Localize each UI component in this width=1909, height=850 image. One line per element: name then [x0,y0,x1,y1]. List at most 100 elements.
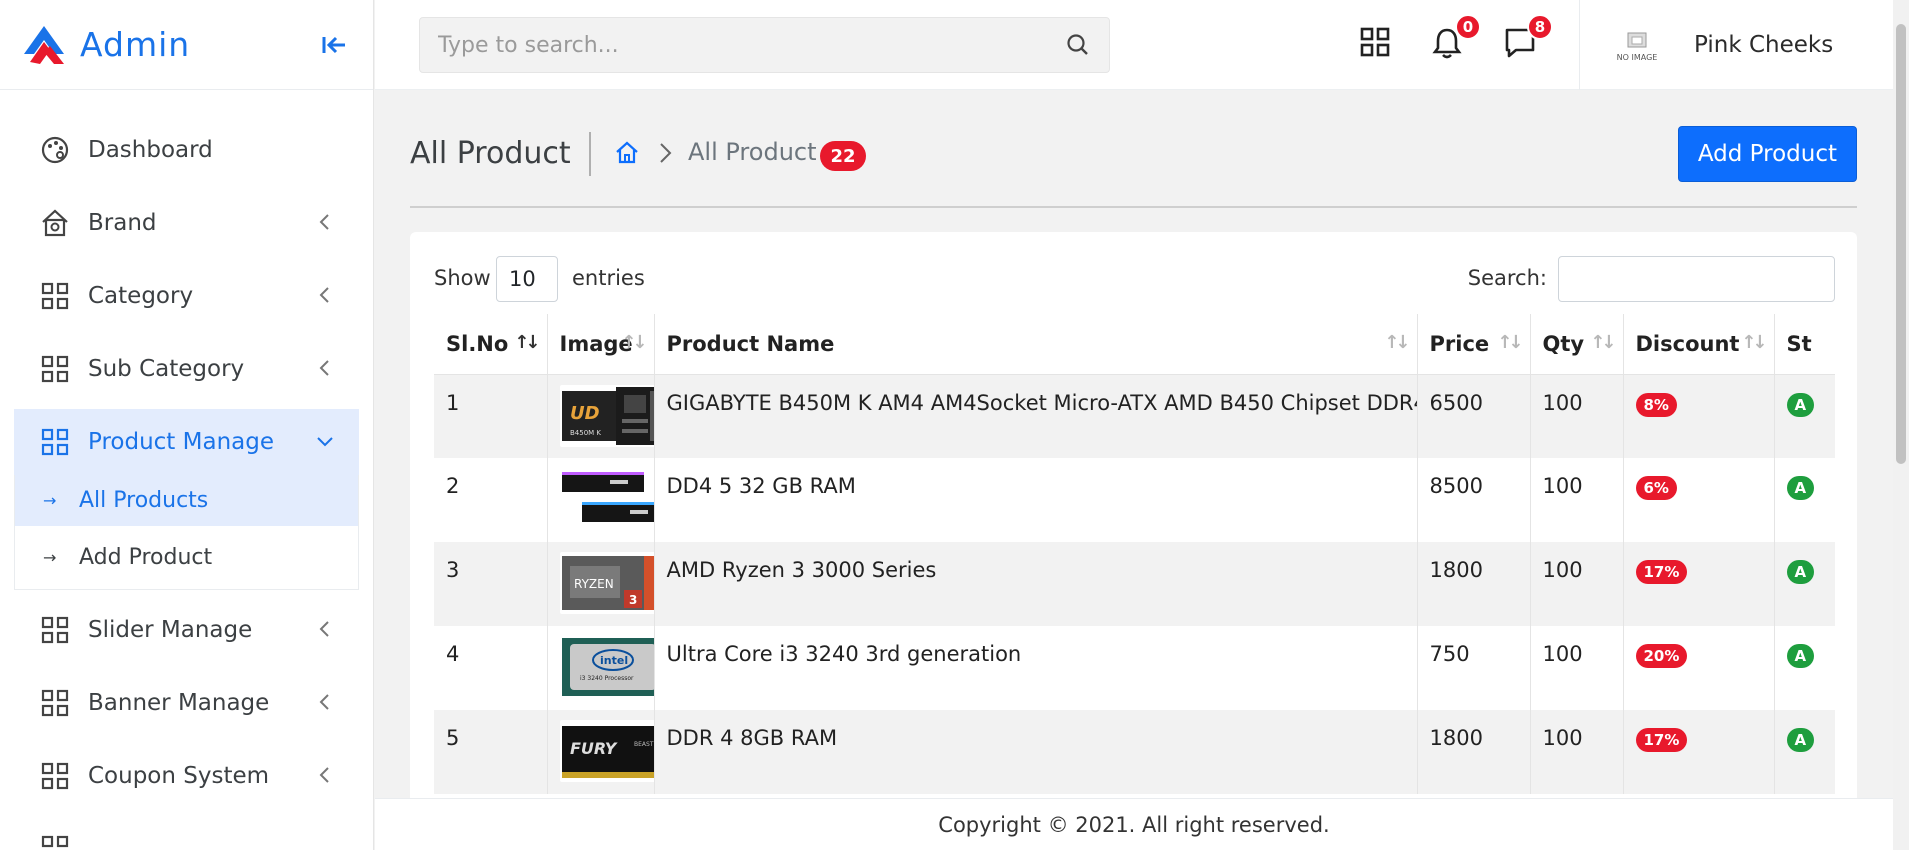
column-header-discount[interactable]: Discount ↑↓ [1623,314,1775,375]
page-scrollbar[interactable] [1893,0,1909,850]
cell-discount: 20% [1623,626,1775,710]
products-card: Show 10 entries Search: Sl.No ↑↓ Image ↑↓ … [410,232,1857,850]
column-header-label: Price [1429,331,1490,356]
cell-discount: 17% [1623,542,1775,626]
column-header-label: St [1786,331,1812,356]
grid-icon [40,354,70,384]
cell-status: A [1774,626,1835,710]
column-header-status[interactable]: St [1774,314,1835,375]
sidebar-item-label: Brand [88,210,157,236]
chevron-left-icon [319,621,329,637]
sort-icon: ↑↓ [514,332,540,353]
sidebar-item-slider-manage[interactable]: Slider Manage [14,597,359,663]
products-table: Sl.No ↑↓ Image ↑↓ Product Name ↑↓ Price ↑↓ Q… [434,314,1835,794]
cell-image: RYZEN 3 [547,542,655,626]
brand-name[interactable]: Admin [80,25,190,64]
motherboard-image[interactable]: UD B450M K [559,384,655,447]
apps-grid-button[interactable] [1359,26,1395,62]
chevron-right-icon [660,143,672,163]
column-header-qty[interactable]: Qty ↑↓ [1530,314,1624,375]
sidebar-item-label: Coupon System [88,763,270,789]
page-header: All Product All Product 22 Add Product [410,124,1857,208]
column-header-price[interactable]: Price ↑↓ [1417,314,1531,375]
cell-sl: 5 [434,710,548,794]
table-search-label: Search: [1467,266,1547,290]
sidebar-item-label: Sub Category [88,356,245,382]
fury-ram-image[interactable]: FURY BEAST [559,720,655,782]
cell-sl: 2 [434,458,548,542]
svg-text:3: 3 [629,593,637,607]
scrollbar-thumb[interactable] [1896,24,1906,464]
footer: Copyright © 2021. All right reserved. [375,798,1893,850]
submenu-item-add-product[interactable]: → Add Product [15,532,358,583]
add-product-button[interactable]: Add Product [1677,126,1857,182]
username: Pink Cheeks [1694,32,1834,58]
sidebar-item-dashboard[interactable]: Dashboard [14,117,359,183]
svg-text:intel: intel [600,654,628,667]
column-header-label: Product Name [666,331,835,356]
cell-discount: 6% [1623,458,1775,542]
status-badge[interactable]: A [1786,560,1815,584]
ram-image[interactable] [559,468,655,530]
cell-status: A [1774,710,1835,794]
table-row: 5 FURY BEAST DDR 4 8GB RAM 1800 100 17% A [434,710,1835,794]
column-header-image[interactable]: Image ↑↓ [547,314,655,375]
cell-product-name: AMD Ryzen 3 3000 Series [654,542,1418,626]
cell-sl: 3 [434,542,548,626]
sidebar-item-category[interactable]: Category [14,263,359,329]
sidebar-item-label: Banner Manage [88,690,270,716]
messages-button[interactable]: 8 [1503,14,1553,62]
show-label: Show [434,266,491,290]
notifications-button[interactable]: 0 [1431,14,1481,62]
sidebar-collapse-button[interactable] [319,30,349,60]
table-row: 3 RYZEN 3 AMD Ryzen 3 3000 Series 1800 10… [434,542,1835,626]
sidebar-menu: Dashboard Brand Category Sub Category Pr… [0,90,373,850]
global-search [419,17,1110,73]
cell-qty: 100 [1530,458,1624,542]
column-header-label: Qty [1542,331,1585,356]
table-search-input[interactable] [1558,256,1835,302]
topbar: 0 8 NO IMAGE Pink Cheeks [375,0,1895,90]
sidebar-item-brand[interactable]: Brand [14,190,359,256]
sidebar-item-label: Slider Manage [88,617,253,643]
discount-badge: 6% [1635,476,1677,500]
search-icon[interactable] [1065,32,1091,58]
chevron-left-icon [319,214,329,230]
cell-qty: 100 [1530,542,1624,626]
column-header-sl[interactable]: Sl.No ↑↓ [434,314,548,375]
arrow-right-icon: → [43,548,57,567]
home-icon[interactable] [614,140,640,166]
apps-grid-icon [1360,27,1390,57]
entries-label: entries [572,266,645,290]
status-badge[interactable]: A [1786,728,1815,752]
avatar: NO IMAGE [1616,24,1658,66]
sort-icon: ↑↓ [1497,332,1523,353]
sidebar-item-product-manage[interactable]: Product Manage [14,409,359,475]
sidebar-item-label: Dashboard [88,137,213,163]
cell-discount: 8% [1623,374,1775,458]
svg-text:UD: UD [570,403,600,424]
sidebar-item-coupon-system[interactable]: Coupon System [14,743,359,809]
status-badge[interactable]: A [1786,392,1815,417]
grid-icon [40,615,70,645]
search-input[interactable] [438,32,1065,58]
status-badge[interactable]: A [1786,476,1815,500]
status-badge[interactable]: A [1786,644,1815,668]
brand-logo-icon[interactable] [20,24,68,66]
cell-product-name: DDR 4 8GB RAM [654,710,1418,794]
cell-product-name: GIGABYTE B450M K AM4 AM4Socket Micro-ATX… [654,374,1418,458]
sidebar-item-banner-manage[interactable]: Banner Manage [14,670,359,736]
user-menu[interactable]: NO IMAGE Pink Cheeks [1579,0,1895,90]
intel-cpu-image[interactable]: intel i3 3240 Processor [559,636,655,698]
submenu-item-all-products[interactable]: → All Products [15,475,358,526]
brand-header: Admin [0,0,373,90]
breadcrumb-current: All Product [688,138,817,166]
product-submenu: → All Products → Add Product [14,475,359,590]
sidebar-item-partial[interactable] [14,816,359,850]
sidebar: Admin Dashboard Brand Category Sub Categ… [0,0,374,850]
entries-length-select[interactable]: 10 [496,256,558,302]
column-header-product-name[interactable]: Product Name ↑↓ [654,314,1418,375]
grid-icon [40,281,70,311]
ryzen-box-image[interactable]: RYZEN 3 [559,552,655,614]
sidebar-item-sub-category[interactable]: Sub Category [14,336,359,402]
